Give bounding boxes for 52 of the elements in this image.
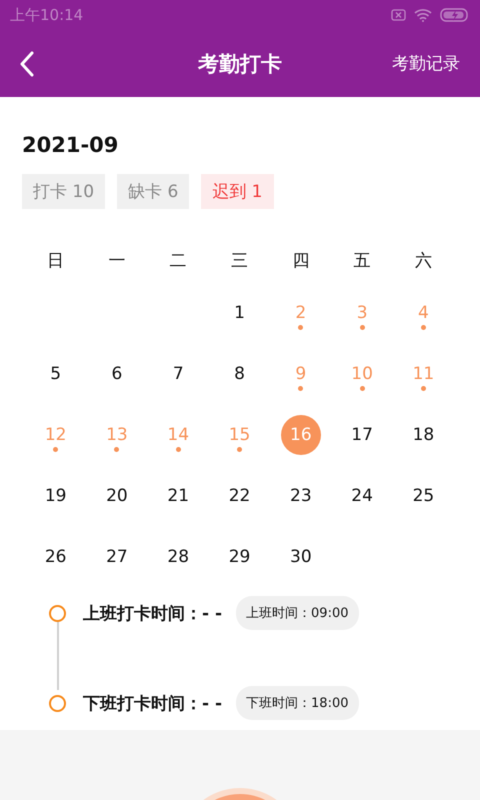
punch-dot xyxy=(114,447,120,452)
calendar-day[interactable]: 17 xyxy=(342,415,382,455)
calendar-day[interactable]: 22 xyxy=(220,476,260,516)
punch-dot xyxy=(298,325,304,330)
punch-dot xyxy=(360,386,365,391)
weekday-label: 五 xyxy=(352,250,372,272)
calendar-day[interactable]: 1 xyxy=(220,293,260,333)
punch-time-label: 下班打卡时间：- - xyxy=(83,692,222,714)
punch-time-label: 上班打卡时间：- - xyxy=(83,602,222,624)
calendar-day[interactable]: 20 xyxy=(96,476,137,516)
punch-dot xyxy=(420,325,426,330)
calendar-day[interactable]: 21 xyxy=(158,476,198,516)
page-title: 考勤打卡 xyxy=(198,50,282,78)
calendar-day[interactable]: 24 xyxy=(342,476,382,516)
punch-dot xyxy=(360,325,365,330)
weekday-label: 一 xyxy=(107,250,126,272)
weekday-label: 日 xyxy=(46,250,66,272)
month-label: 2021-09 xyxy=(22,133,120,157)
wifi-icon xyxy=(414,8,432,22)
sim-icon xyxy=(391,9,406,21)
calendar-day[interactable]: 26 xyxy=(36,537,76,577)
status-time: 上午10:14 xyxy=(10,6,84,24)
calendar-day[interactable]: 7 xyxy=(158,354,198,394)
calendar-day[interactable]: 5 xyxy=(36,354,76,394)
calendar-day[interactable]: 29 xyxy=(220,537,260,577)
battery-icon xyxy=(440,8,470,22)
punch-dot xyxy=(237,447,242,452)
stat-tag: 打卡 10 xyxy=(22,174,106,209)
calendar-day[interactable]: 19 xyxy=(36,476,76,516)
timeline-node-icon xyxy=(49,604,66,622)
weekday-label: 六 xyxy=(414,250,433,272)
stat-tag: 迟到 1 xyxy=(201,174,274,209)
calendar-day[interactable]: 28 xyxy=(158,537,198,577)
calendar-day[interactable]: 25 xyxy=(403,476,444,516)
calendar-day[interactable]: 30 xyxy=(280,537,321,577)
weekday-label: 二 xyxy=(168,250,188,272)
stat-tag: 缺卡 6 xyxy=(117,174,190,209)
calendar-day[interactable]: 27 xyxy=(96,537,137,577)
punch-dot xyxy=(420,386,426,391)
punch-dot xyxy=(53,447,58,452)
calendar-day[interactable]: 18 xyxy=(403,415,444,455)
calendar-day[interactable]: 6 xyxy=(96,354,137,394)
schedule-tag: 上班时间：09:00 xyxy=(236,596,358,630)
records-link[interactable]: 考勤记录 xyxy=(392,52,460,75)
weekday-label: 三 xyxy=(230,250,250,272)
punch-dot xyxy=(176,447,181,452)
calendar-day[interactable]: 23 xyxy=(280,476,321,516)
calendar-day[interactable]: 8 xyxy=(220,354,260,394)
timeline-node-icon xyxy=(49,694,66,712)
schedule-tag: 下班时间：18:00 xyxy=(236,686,358,720)
punch-dot xyxy=(298,386,304,391)
weekday-label: 四 xyxy=(291,250,310,272)
